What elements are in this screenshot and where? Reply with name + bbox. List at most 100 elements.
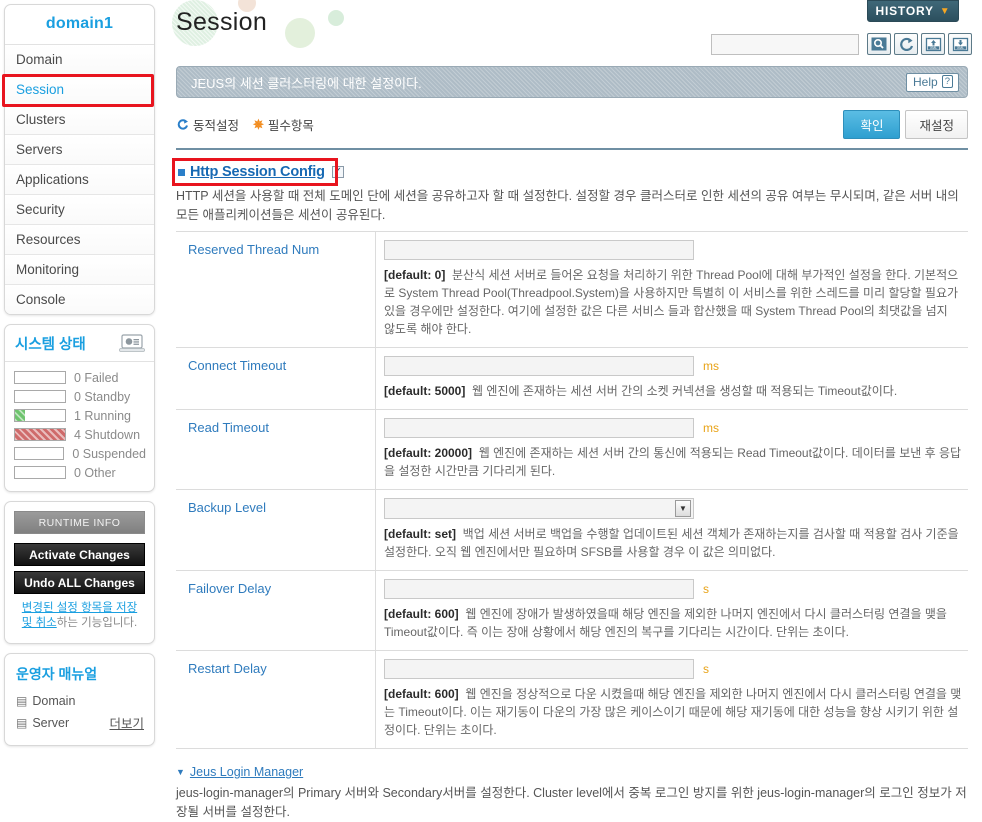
sidebar-item-domain[interactable]: Domain — [5, 45, 154, 75]
form-row: Connect Timeout ms [default: 5000] 웹 엔진에 존… — [176, 348, 968, 410]
form-input[interactable] — [384, 418, 694, 438]
chevron-down-icon: ▼ — [939, 5, 951, 17]
sidebar-item-session[interactable]: Session — [5, 75, 154, 105]
section-header[interactable]: Http Session Config ✓ — [176, 162, 347, 182]
main-content: Session HISTORY ▼ XML XML JEUS의 세션 클러스터링… — [160, 0, 982, 822]
actions-note-rest: 하는 기능입니다. — [56, 617, 138, 629]
status-bar — [14, 390, 66, 403]
status-label: 0 Other — [74, 465, 116, 480]
triangle-down-icon: ▼ — [176, 767, 185, 777]
form-field-line: s — [384, 579, 962, 599]
legend-dynamic: 동적설정 — [176, 115, 239, 134]
history-button[interactable]: HISTORY ▼ — [867, 0, 959, 22]
history-label: HISTORY — [875, 4, 934, 18]
legend-required: ✵ 필수항목 — [253, 115, 314, 134]
reset-button[interactable]: 재설정 — [905, 110, 968, 139]
manual-item-label: Server — [32, 715, 70, 730]
jeus-login-manager-section: ▼ Jeus Login Manager jeus-login-manager의… — [176, 762, 968, 822]
xml-upload-icon[interactable]: XML — [921, 33, 945, 55]
manual-item-domain[interactable]: ▤ Domain — [5, 692, 154, 711]
section-description: HTTP 세션을 사용할 때 전체 도메인 단에 세션을 공유하고자 할 때 설… — [176, 189, 959, 222]
page-title: Session — [176, 8, 268, 36]
form-row-body: ▼ [default: set] 백업 세션 서버로 백업을 수행할 업데이트된 … — [376, 490, 968, 570]
status-bar-fill — [15, 410, 25, 421]
default-value-label: [default: 5000] — [384, 384, 466, 398]
legend-required-label: 필수항목 — [267, 119, 314, 133]
sidebar-item-label: Console — [16, 292, 66, 307]
undo-all-changes-button[interactable]: Undo ALL Changes — [14, 571, 145, 594]
navigation-panel: domain1 Domain Session Clusters Servers Appl… — [4, 4, 155, 315]
actions-panel: RUNTIME INFO Activate Changes Undo ALL C… — [4, 501, 155, 644]
form-row: Reserved Thread Num [default: 0] 분산식 세션 서… — [176, 232, 968, 348]
status-label: 0 Failed — [74, 370, 119, 385]
form-row-body: ms [default: 20000] 웹 엔진에 존재하는 세션 서버 간의 통… — [376, 410, 968, 489]
search-icon[interactable] — [867, 33, 891, 55]
unit-label: s — [703, 582, 709, 596]
confirm-button[interactable]: 확인 — [843, 110, 901, 139]
http-session-config-section: Http Session Config ✓ HTTP 세션을 사용할 때 전체 … — [172, 158, 968, 225]
actions-note: 변경된 설정 항목을 저장 및 취소하는 기능입니다. — [14, 601, 145, 633]
manual-item-server[interactable]: ▤ Server 더보기 — [5, 711, 154, 735]
form-input[interactable] — [384, 356, 694, 376]
form-input[interactable] — [384, 579, 694, 599]
laptop-icon[interactable] — [119, 334, 145, 353]
manual-more-link[interactable]: 더보기 — [109, 713, 144, 732]
form-input[interactable] — [384, 659, 694, 679]
svg-text:XML: XML — [957, 46, 964, 50]
sidebar-item-clusters[interactable]: Clusters — [5, 105, 154, 135]
form-select[interactable]: ▼ — [384, 498, 694, 519]
default-value-label: [default: set] — [384, 527, 456, 541]
svg-text:XML: XML — [930, 46, 937, 50]
status-label: 0 Suspended — [72, 446, 146, 461]
runtime-info-button[interactable]: RUNTIME INFO — [14, 511, 145, 534]
form-help-text: [default: 0] 분산식 세션 서버로 들어온 요청을 처리하기 위한 … — [384, 268, 959, 336]
search-input[interactable] — [711, 33, 859, 55]
sidebar-item-label: Applications — [16, 172, 89, 187]
search-toolbar: XML XML — [711, 33, 972, 55]
form-input[interactable] — [384, 240, 694, 260]
form-field-line: ms — [384, 418, 962, 438]
chevron-down-icon[interactable]: ▼ — [675, 500, 691, 517]
form-row-body: s [default: 600] 웹 엔진을 정상적으로 다운 시켰을때 해당 엔… — [376, 651, 968, 748]
page-header: Session HISTORY ▼ XML XML — [170, 0, 974, 66]
sidebar-item-servers[interactable]: Servers — [5, 135, 154, 165]
sidebar-item-security[interactable]: Security — [5, 195, 154, 225]
status-row: 0 Failed — [14, 369, 146, 386]
form-row-body: s [default: 600] 웹 엔진에 장애가 발생하였을때 해당 엔진을 … — [376, 571, 968, 650]
navigation-list: Domain Session Clusters Servers Applications… — [5, 44, 154, 314]
sidebar: domain1 Domain Session Clusters Servers Appl… — [0, 0, 160, 822]
default-value-label: [default: 0] — [384, 268, 446, 282]
xml-download-icon[interactable]: XML — [948, 33, 972, 55]
legend-dynamic-label: 동적설정 — [193, 119, 240, 133]
question-mark-icon: ? — [941, 75, 953, 88]
activate-changes-button[interactable]: Activate Changes — [14, 543, 145, 566]
status-row: 0 Suspended — [14, 445, 146, 462]
http-session-config-form: Reserved Thread Num [default: 0] 분산식 세션 서… — [176, 231, 968, 749]
section-checkbox[interactable]: ✓ — [331, 166, 344, 178]
subsection-header[interactable]: ▼ Jeus Login Manager — [176, 765, 303, 779]
sidebar-item-monitoring[interactable]: Monitoring — [5, 255, 154, 285]
sidebar-item-resources[interactable]: Resources — [5, 225, 154, 255]
form-row-label: Failover Delay — [176, 571, 376, 650]
system-status-rows: 0 Failed 0 Standby 1 Running 4 Shutdown 0 Su… — [5, 362, 154, 491]
sidebar-item-applications[interactable]: Applications — [5, 165, 154, 195]
sync-icon[interactable] — [894, 33, 918, 55]
asterisk-icon: ✵ — [253, 116, 264, 132]
sidebar-item-console[interactable]: Console — [5, 285, 154, 314]
help-button[interactable]: Help ? — [906, 72, 959, 92]
default-value-label: [default: 20000] — [384, 446, 473, 460]
system-status-panel: 시스템 상태 0 Failed 0 Standby 1 Running 4 Shutd… — [4, 324, 155, 492]
form-row-body: ms [default: 5000] 웹 엔진에 존재하는 세션 서버 간의 소켓… — [376, 348, 968, 409]
manual-item-label: Domain — [32, 694, 76, 708]
sidebar-item-label: Domain — [16, 52, 63, 67]
form-row-body: [default: 0] 분산식 세션 서버로 들어온 요청을 처리하기 위한 … — [376, 232, 968, 347]
book-icon: ▤ — [16, 694, 28, 708]
unit-label: s — [703, 662, 709, 676]
status-row: 1 Running — [14, 407, 146, 424]
form-field-line: ms — [384, 356, 962, 376]
refresh-icon — [176, 118, 189, 131]
unit-label: ms — [703, 421, 719, 435]
form-help-text: [default: set] 백업 세션 서버로 백업을 수행할 업데이트된 세… — [384, 527, 959, 559]
decoration-circle — [328, 10, 344, 26]
status-label: 4 Shutdown — [74, 427, 141, 442]
